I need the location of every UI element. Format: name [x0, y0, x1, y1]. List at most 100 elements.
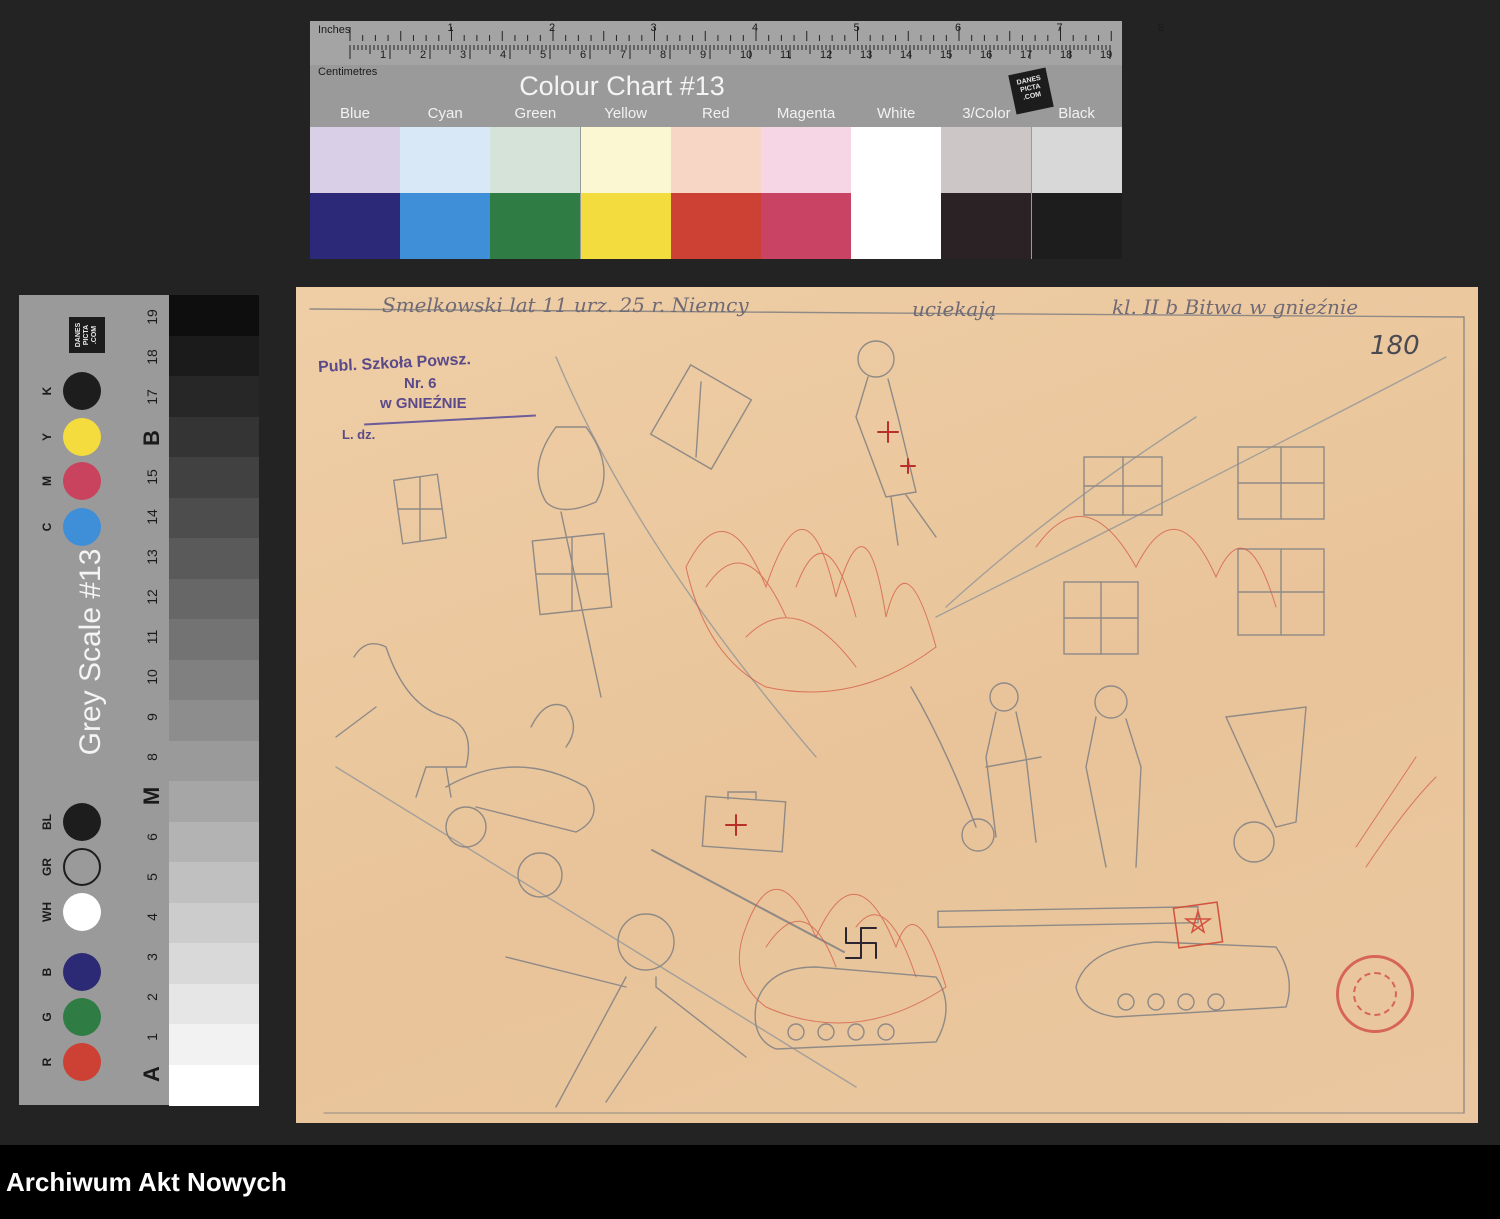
grey-scale-number: 18 [144, 349, 160, 365]
tanks [651, 849, 1291, 1050]
colour-dot-g [63, 998, 101, 1036]
red-round-stamp [1336, 955, 1414, 1033]
cm-number: 2 [420, 49, 427, 61]
swatch-dark [1031, 193, 1122, 259]
swatch-light [400, 127, 491, 193]
swatch-cyan: Cyan [400, 105, 491, 259]
inch-number: 4 [752, 22, 759, 34]
page-number: 180 [1370, 331, 1420, 361]
cm-number: 3 [460, 49, 467, 61]
grey-scale-step [169, 740, 259, 782]
grey-scale-step [169, 1064, 259, 1106]
colour-dot-bl [63, 803, 101, 841]
cm-number: 12 [820, 49, 833, 61]
grey-scale-number: 8 [144, 753, 160, 761]
colour-dot-c [63, 508, 101, 546]
cm-number: 14 [900, 49, 913, 61]
swatch-name: 3/Color [962, 105, 1011, 122]
caption-mid: uciekają [912, 297, 997, 321]
grey-scale-step [169, 497, 259, 539]
colour-dot-gr [63, 848, 101, 886]
grey-scale-number: 10 [144, 669, 160, 685]
grey-scale-number: 13 [144, 549, 160, 565]
grey-scale-step [169, 943, 259, 985]
grey-scale-step [169, 578, 259, 620]
swatch-light [310, 127, 400, 193]
red-star [1172, 901, 1224, 949]
carriage-sketch [445, 703, 595, 898]
swatch-red: Red [670, 105, 761, 259]
swatch-name: Magenta [776, 105, 836, 122]
cm-number: 7 [620, 49, 627, 61]
swatch-green: Green [490, 105, 581, 259]
grey-scale-number: 2 [144, 993, 160, 1001]
footer-bar: Archiwum Akt Nowych [0, 1145, 1500, 1219]
swatch-name: Cyan [427, 105, 463, 122]
cm-number: 13 [860, 49, 873, 61]
inch-number: 1 [447, 22, 454, 34]
cm-number: 18 [1060, 49, 1073, 61]
swatch-light [490, 127, 581, 193]
swatch-dark [400, 193, 491, 259]
swatch-dark [761, 193, 851, 259]
grey-scale-number: 12 [144, 589, 160, 605]
grey-scale-number: 3 [144, 953, 160, 961]
inch-number: 6 [955, 22, 962, 34]
swatch-dark [941, 193, 1032, 259]
drawing-paper: Smelkowski lat 11 urz. 25 r. Niemcy ucie… [296, 287, 1478, 1123]
swatch-dark [490, 193, 581, 259]
swatch-magenta: Magenta [761, 105, 851, 259]
swatch-dark [670, 193, 761, 259]
cm-number: 11 [780, 49, 792, 61]
cm-number: 17 [1020, 49, 1033, 61]
swatch-light [580, 127, 671, 193]
archive-caption: Archiwum Akt Nowych [6, 1167, 287, 1197]
colour-dot-label: G [40, 1012, 54, 1022]
swatch-light [1031, 127, 1122, 193]
grey-scale-strip [169, 295, 259, 1106]
colour-dot-label: Y [40, 433, 54, 442]
caption-right: kl. II b Bitwa w gnieźnie [1112, 295, 1359, 319]
colour-dot-label: M [40, 476, 54, 486]
grey-scale-step [169, 619, 259, 661]
stamp-line-4: L. dz. [342, 427, 376, 442]
swatch-name: Black [1058, 105, 1095, 122]
grey-scale-number: 1 [144, 1033, 160, 1041]
grey-scale-step [169, 538, 259, 580]
cm-number: 9 [700, 49, 707, 61]
nurse-figure [855, 340, 937, 546]
stamp-line-1: Publ. Szkoła Powsz. [317, 351, 472, 376]
stamp-line-2: Nr. 6 [404, 375, 437, 392]
cm-number: 16 [980, 49, 993, 61]
swatch-light [851, 127, 942, 193]
swatch-light [670, 127, 761, 193]
grey-scale-number: 5 [144, 873, 160, 881]
danes-picta-logo: DANES PICTA .COM [69, 317, 105, 353]
horse-sketch [335, 643, 470, 798]
grey-scale-step [169, 416, 259, 458]
stamp-rule [364, 414, 536, 426]
grey-scale-step [169, 781, 259, 823]
caption-name: Smelkowski lat 11 urz. 25 r. Niemcy [382, 293, 749, 317]
inches-label: Inches [318, 24, 351, 36]
colour-dot-r [63, 1043, 101, 1081]
colour-dot-label: WH [40, 902, 54, 922]
grey-scale-step [169, 862, 259, 904]
inch-number: 8 [1158, 22, 1165, 34]
cm-number: 1 [380, 49, 387, 61]
red-stamp-inner [1353, 972, 1397, 1016]
swatch-dark [851, 193, 942, 259]
cm-number: 6 [580, 49, 587, 61]
grey-scale-step [169, 457, 259, 499]
soldier-front [505, 913, 747, 1108]
grey-scale-step [169, 902, 259, 944]
cannon [1224, 706, 1307, 863]
tank-emblem [845, 927, 877, 959]
swatch-white: White [851, 105, 942, 259]
stamp-line-3: w GNIEŹNIE [380, 395, 467, 412]
swatch-name: Blue [339, 105, 371, 122]
swatch-blue: Blue [310, 105, 400, 259]
soldiers [910, 682, 1142, 868]
grey-scale-step [169, 376, 259, 418]
grey-scale-number: 6 [144, 833, 160, 841]
